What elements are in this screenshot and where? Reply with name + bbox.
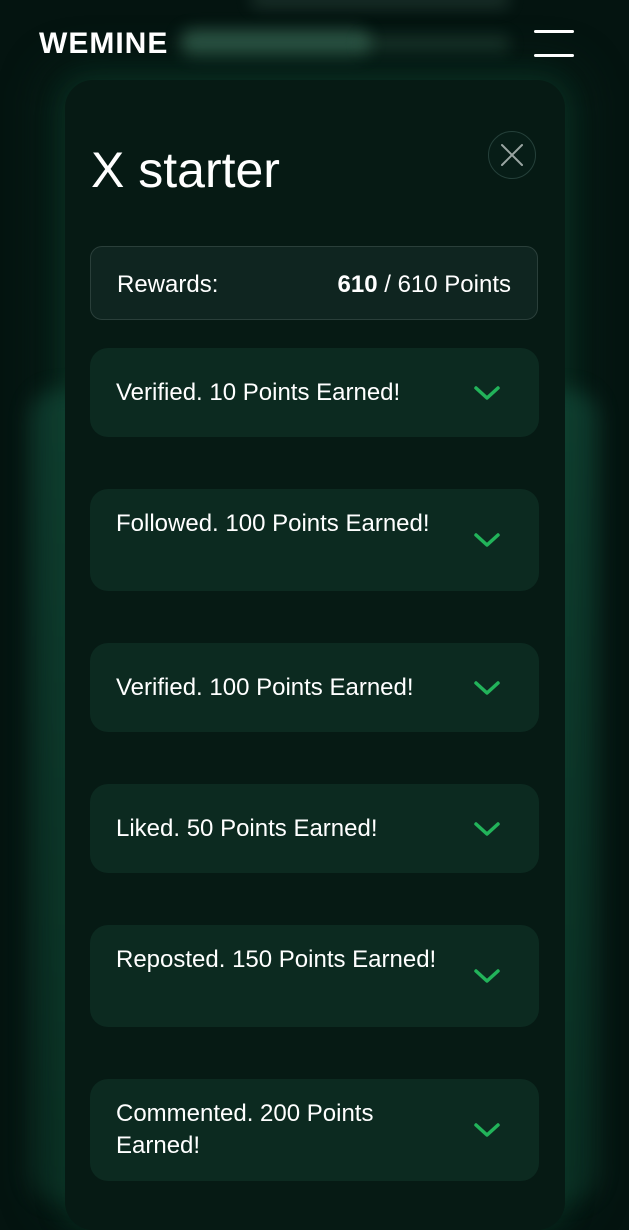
chevron-down-icon[interactable]: [472, 819, 502, 839]
task-label: Verified. 100 Points Earned!: [116, 674, 414, 701]
rewards-value: 610 / 610 Points: [338, 271, 511, 299]
close-button[interactable]: [488, 131, 536, 179]
rewards-earned: 610: [337, 271, 378, 298]
task-item[interactable]: Verified. 100 Points Earned!: [90, 643, 539, 732]
rewards-total: 610 Points: [397, 271, 511, 298]
task-item[interactable]: Followed. 100 Points Earned!: [90, 489, 539, 591]
chevron-down-icon[interactable]: [472, 1120, 502, 1140]
task-label: Followed. 100 Points Earned!: [116, 510, 430, 537]
task-label: Commented. 200 Points Earned!: [116, 1100, 374, 1159]
close-icon: [501, 144, 523, 166]
task-label: Verified. 10 Points Earned!: [116, 379, 401, 406]
hamburger-menu-icon[interactable]: [534, 28, 576, 60]
quest-modal: X starter Rewards: 610 / 610 Points Veri…: [65, 80, 565, 1230]
chevron-down-icon[interactable]: [472, 966, 502, 986]
task-item[interactable]: Reposted. 150 Points Earned!: [90, 925, 539, 1027]
task-label: Reposted. 150 Points Earned!: [116, 946, 437, 973]
task-item[interactable]: Verified. 10 Points Earned!: [90, 348, 539, 437]
chevron-down-icon[interactable]: [472, 678, 502, 698]
task-item[interactable]: Commented. 200 Points Earned!: [90, 1079, 539, 1181]
rewards-label: Rewards:: [117, 271, 219, 298]
modal-title: X starter: [91, 142, 280, 198]
rewards-summary: Rewards: 610 / 610 Points: [90, 246, 538, 320]
top-navigation: WEMINE: [0, 0, 629, 90]
wemine-logo[interactable]: WEMINE: [39, 27, 168, 61]
chevron-down-icon[interactable]: [472, 383, 502, 403]
chevron-down-icon[interactable]: [472, 530, 502, 550]
rewards-separator: /: [377, 271, 398, 298]
task-item[interactable]: Liked. 50 Points Earned!: [90, 784, 539, 873]
task-label: Liked. 50 Points Earned!: [116, 815, 378, 842]
